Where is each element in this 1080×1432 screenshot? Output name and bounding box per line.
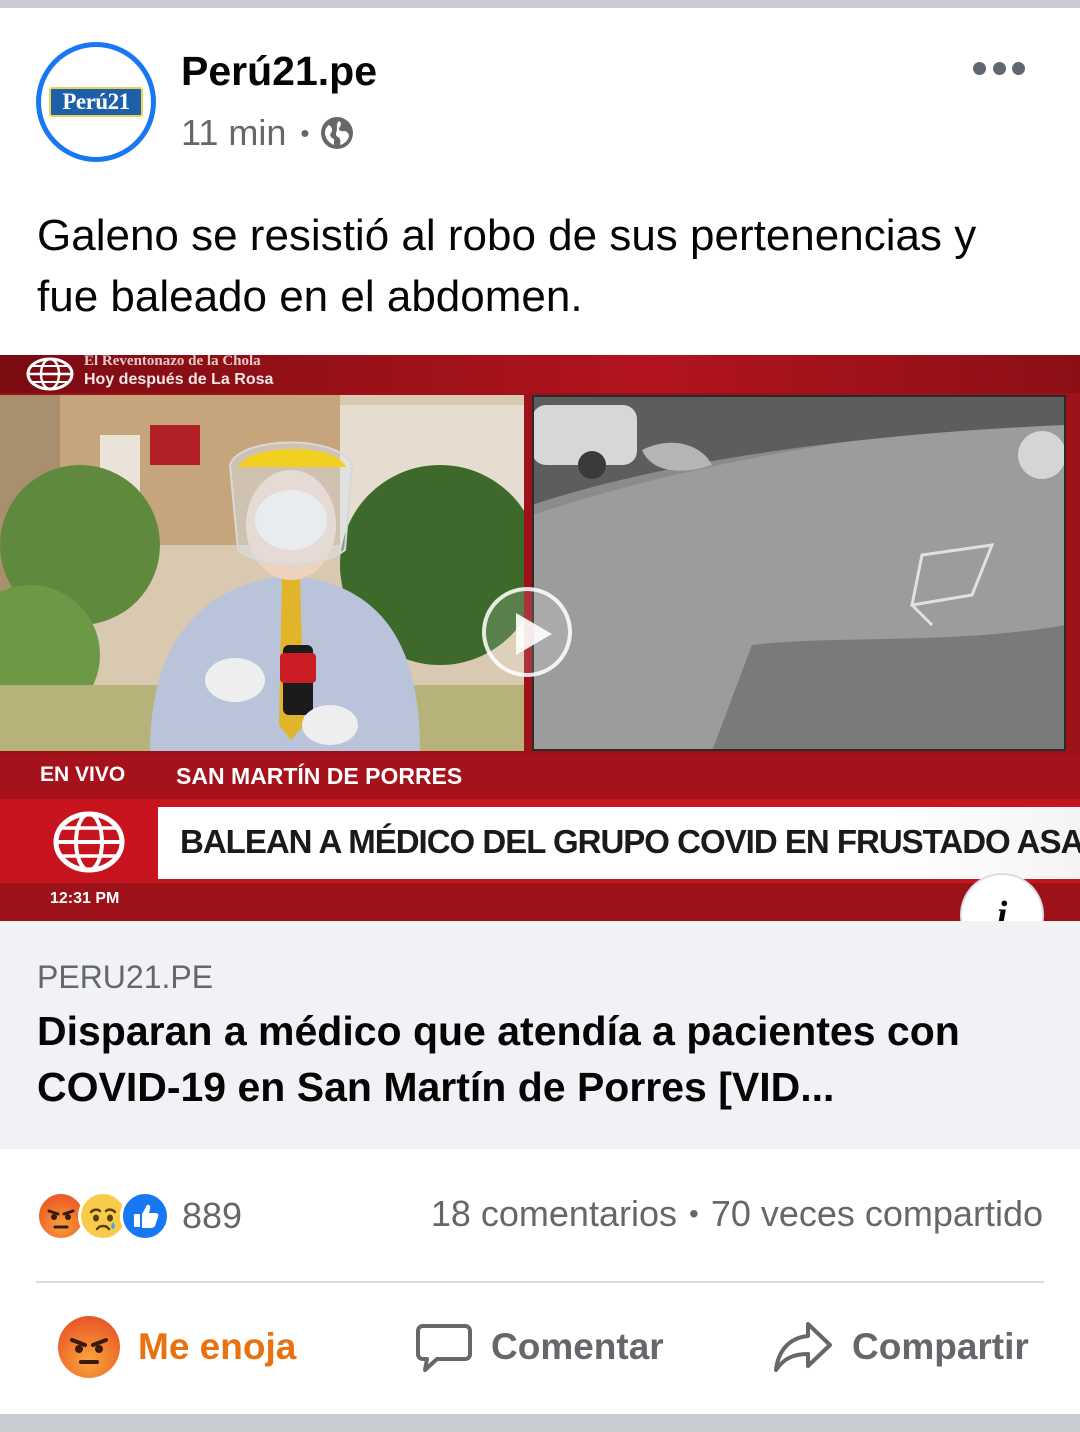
stats-separator: •	[689, 1198, 699, 1229]
headline-bar: BALEAN A MÉDICO DEL GRUPO COVID EN FRUST…	[0, 799, 1080, 883]
like-icon	[120, 1191, 170, 1241]
comment-label: Comentar	[491, 1326, 664, 1367]
tv-strip-next: Hoy después de La Rosa	[84, 371, 274, 388]
tv-headline: BALEAN A MÉDICO DEL GRUPO COVID EN FRUST…	[180, 823, 1080, 860]
reaction-count: 889	[182, 1195, 243, 1236]
cctv-illustration	[532, 395, 1066, 751]
page-name[interactable]: Perú21.pe	[181, 48, 377, 95]
actions-divider	[36, 1281, 1044, 1283]
angry-reaction-icon	[58, 1316, 120, 1378]
location-label: SAN MARTÍN DE PORRES	[176, 763, 463, 789]
post-meta: 11 min •	[181, 112, 354, 154]
react-button[interactable]: Me enoja	[58, 1314, 296, 1380]
comments-count[interactable]: 18 comentarios	[431, 1193, 677, 1235]
play-icon	[516, 613, 552, 655]
more-dot	[973, 61, 986, 75]
play-button[interactable]	[482, 587, 572, 677]
more-options-icon[interactable]	[973, 58, 1025, 78]
more-dot	[992, 61, 1006, 75]
tv-strip-program: El Reventonazo de la Chola	[84, 355, 261, 369]
shares-count[interactable]: 70 veces compartido	[711, 1193, 1043, 1235]
avatar-logo-text: Perú21	[62, 89, 130, 114]
live-bar: EN VIVO SAN MARTÍN DE PORRES	[0, 755, 1080, 799]
share-button[interactable]: Compartir	[772, 1314, 1029, 1380]
tv-globe-logo-icon	[26, 357, 74, 391]
bottom-separator	[0, 1414, 1080, 1432]
link-title[interactable]: Disparan a médico que atendía a paciente…	[37, 1003, 1037, 1115]
engagement-stats: 18 comentarios • 70 veces compartido	[431, 1193, 1043, 1235]
reporter-illustration	[0, 395, 524, 751]
tv-top-strip: El Reventonazo de la Chola Hoy después d…	[0, 355, 1080, 393]
headline-box: BALEAN A MÉDICO DEL GRUPO COVID EN FRUST…	[158, 807, 1080, 879]
comment-icon	[416, 1324, 472, 1372]
react-label: Me enoja	[138, 1326, 297, 1367]
live-label: EN VIVO	[40, 763, 126, 786]
globe-icon[interactable]	[320, 116, 354, 150]
reactions-summary[interactable]: 889	[36, 1190, 242, 1242]
link-preview-card[interactable]: PERU21.PE Disparan a médico que atendía …	[0, 921, 1080, 1149]
meta-separator: •	[300, 117, 310, 148]
reporter-frame	[0, 395, 524, 751]
comment-button[interactable]: Comentar	[415, 1314, 664, 1380]
peru21-logo: Perú21	[49, 87, 143, 117]
cctv-frame	[532, 395, 1066, 751]
post-text: Galeno se resistió al robo de sus perten…	[37, 211, 977, 321]
link-domain: PERU21.PE	[37, 959, 214, 995]
more-dot	[1012, 61, 1025, 75]
top-separator	[0, 0, 1080, 8]
share-label: Compartir	[852, 1326, 1029, 1367]
tv-clock: 12:31 PM	[50, 890, 120, 907]
page-avatar[interactable]: Perú21	[36, 42, 156, 162]
share-icon	[774, 1322, 832, 1372]
post-time[interactable]: 11 min	[181, 112, 286, 154]
america-tv-globe-icon	[53, 811, 125, 873]
video-thumbnail[interactable]: El Reventonazo de la Chola Hoy después d…	[0, 355, 1080, 921]
